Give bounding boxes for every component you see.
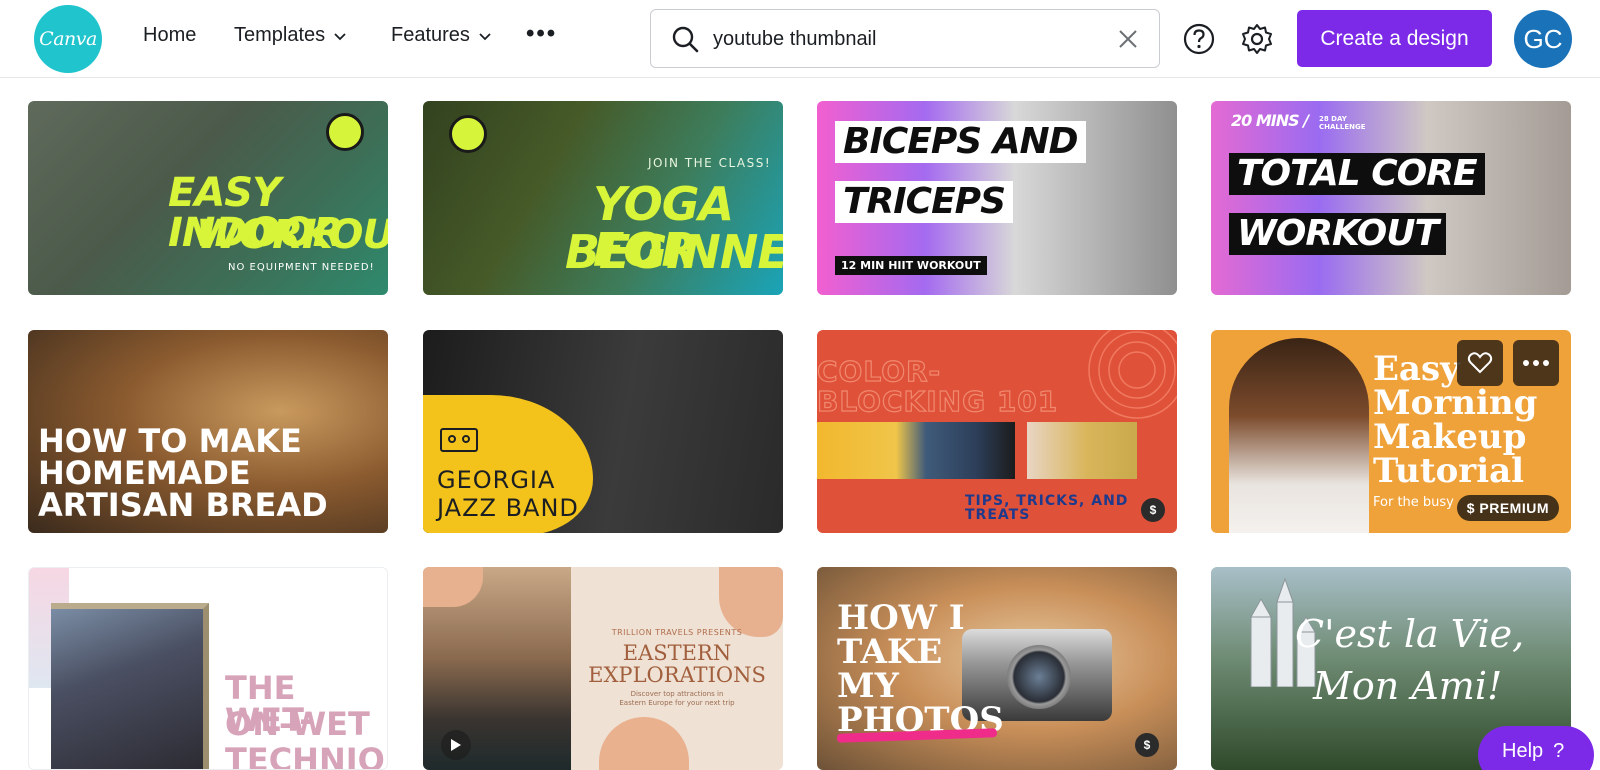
nav-features[interactable]: Features [391, 24, 492, 47]
photo-strip [817, 422, 1015, 479]
card-title: MY [837, 666, 899, 706]
template-card[interactable]: COLOR- BLOCKING 101 TIPS, TRICKS, AND TR… [817, 330, 1177, 533]
template-card[interactable]: Easy Morning Makeup Tutorial For the bus… [1211, 330, 1571, 533]
card-title: TRICEPS [835, 181, 1013, 223]
card-options-button[interactable] [1513, 340, 1559, 386]
title-box: TRICEPS [835, 181, 1013, 223]
nav-home-label: Home [143, 24, 197, 46]
card-title: COLOR- [817, 355, 942, 388]
card-title: BICEPS AND [835, 121, 1086, 163]
card-title: JAZZ BAND [437, 494, 579, 522]
card-kicker: TRILLION TRAVELS PRESENTS [611, 628, 743, 637]
title-box: TOTAL CORE [1229, 153, 1485, 195]
card-title: TECHNIQUE [225, 741, 387, 770]
help-icon[interactable] [1181, 21, 1217, 57]
card-title: WORKOUTS [196, 212, 388, 258]
cassette-icon [440, 428, 478, 452]
clear-search-icon[interactable] [1117, 28, 1139, 50]
premium-badge: $ PREMIUM [1456, 495, 1559, 521]
card-title: BEGINNERS [565, 225, 783, 279]
title-box: BICEPS AND [835, 121, 1086, 163]
card-desc: Eastern Europe for your next trip [619, 699, 735, 707]
card-tag: 12 MIN HIIT WORKOUT [835, 256, 987, 275]
nav-templates[interactable]: Templates [234, 24, 347, 47]
template-card[interactable]: TRILLION TRAVELS PRESENTS EASTERN EXPLOR… [423, 567, 783, 770]
wave-logo-icon [449, 115, 487, 153]
avatar[interactable]: GC [1514, 10, 1572, 68]
play-icon [451, 739, 461, 751]
more-icon: ••• [526, 20, 558, 47]
card-title: ON-WET [225, 705, 370, 743]
nav-home[interactable]: Home [143, 24, 196, 47]
card-subtitle: For the busy [1373, 495, 1454, 510]
card-title: ARTISAN BREAD [38, 486, 328, 524]
card-title: HOW TO MAKE [38, 422, 302, 460]
card-title: BLOCKING 101 [817, 385, 1059, 418]
card-title: Tutorial [1373, 451, 1525, 491]
help-button[interactable]: Help ? [1478, 726, 1594, 770]
wave-logo-icon [326, 113, 364, 151]
photo-strip [1027, 422, 1137, 479]
template-card[interactable]: BICEPS AND TRICEPS 12 MIN HIIT WORKOUT [817, 101, 1177, 295]
card-title: GEORGIA [437, 466, 556, 494]
card-desc: Discover top attractions in [630, 690, 724, 698]
card-subtitle: NO EQUIPMENT NEEDED! [228, 262, 375, 273]
search-bar[interactable] [650, 9, 1160, 68]
painting-photo [51, 603, 209, 769]
canva-logo[interactable]: Canva [34, 5, 102, 73]
tag-box: 12 MIN HIIT WORKOUT [835, 256, 987, 275]
create-design-button[interactable]: Create a design [1297, 10, 1492, 67]
nav-templates-label: Templates [234, 24, 326, 46]
card-title: WORKOUT [1229, 213, 1447, 255]
card-title: Mon Ami! [1313, 664, 1503, 708]
chevron-down-icon [479, 32, 491, 40]
card-title: TOTAL CORE [1229, 153, 1485, 195]
card-kicker: JOIN THE CLASS! [648, 156, 772, 170]
card-title: EASTERN [622, 641, 732, 665]
template-card[interactable]: JOIN THE CLASS! YOGA FOR BEGINNERS [423, 101, 783, 295]
card-title: Makeup [1373, 417, 1527, 457]
model-photo [1229, 338, 1369, 533]
nav-features-label: Features [391, 24, 470, 46]
template-card[interactable]: GEORGIA JAZZ BAND [423, 330, 783, 533]
search-icon [672, 26, 699, 53]
top-bar: Canva Home Templates Features ••• Create… [0, 0, 1600, 78]
peach-shape [599, 717, 689, 770]
question-icon: ? [1553, 740, 1565, 762]
favorite-button[interactable] [1457, 340, 1503, 386]
more-icon [1523, 360, 1549, 366]
card-title: HOW I [837, 598, 965, 638]
paid-badge: $ [1141, 498, 1165, 522]
card-title: HOMEMADE [38, 454, 251, 492]
help-label: Help [1502, 740, 1544, 762]
card-title: Morning [1373, 383, 1538, 423]
search-input[interactable] [713, 22, 1093, 56]
video-play-badge [441, 730, 471, 760]
template-card[interactable]: EASY INDOOR WORKOUTS NO EQUIPMENT NEEDED… [28, 101, 388, 295]
card-kicker-small: 28 DAY CHALLENGE [1319, 115, 1366, 131]
card-title: TAKE [837, 632, 943, 672]
title-box: WORKOUT [1229, 213, 1447, 255]
template-card[interactable]: HOW I TAKE MY PHOTOS $ [817, 567, 1177, 770]
concentric-circles-decoration [1088, 330, 1177, 419]
gear-icon[interactable] [1239, 21, 1275, 57]
template-card[interactable]: 20 MINS / 28 DAY CHALLENGE TOTAL CORE WO… [1211, 101, 1571, 295]
camera-lens [1007, 645, 1071, 709]
card-kicker: 20 MINS / [1231, 111, 1309, 130]
paid-badge: $ [1135, 733, 1159, 757]
template-card[interactable]: THE WET- ON-WET TECHNIQUE [28, 567, 388, 770]
peach-shape [719, 567, 783, 637]
card-title: EXPLORATIONS [588, 663, 766, 687]
card-title: C'est la Vie, [1295, 612, 1525, 656]
template-card[interactable]: HOW TO MAKE HOMEMADE ARTISAN BREAD [28, 330, 388, 533]
more-menu-button[interactable]: ••• [526, 20, 557, 48]
card-title: Easy [1373, 349, 1460, 389]
chevron-down-icon [334, 32, 346, 40]
heart-icon [1467, 352, 1493, 374]
